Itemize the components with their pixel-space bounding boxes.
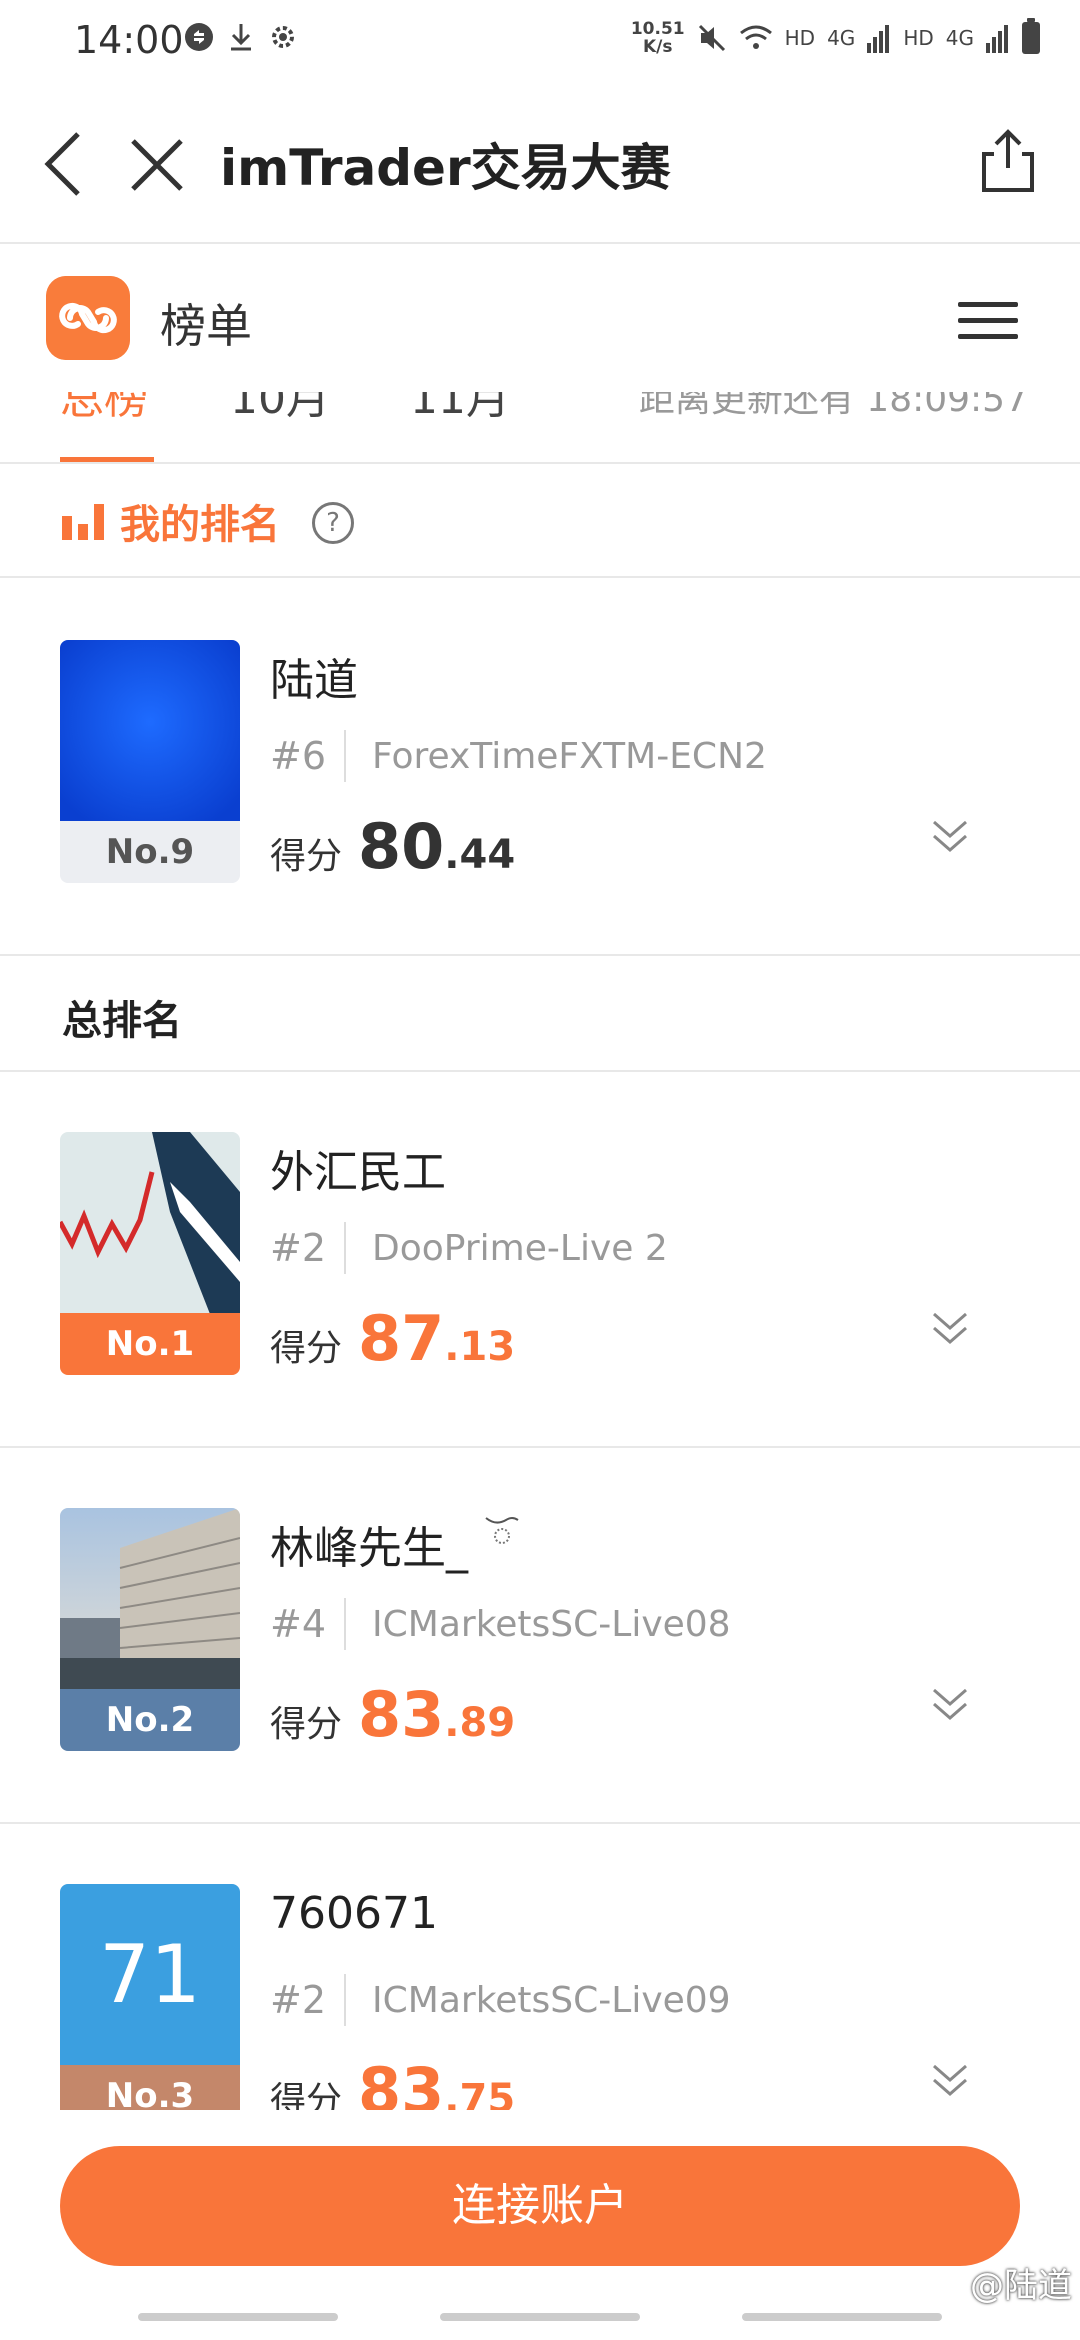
close-icon[interactable] [128,136,186,194]
trader-name: 外汇民工 [270,1147,446,1198]
signal-icon-2 [986,25,1008,53]
trader-meta: #2 ICMarketsSC-Live09 [270,1974,731,2026]
signal-icon [867,25,890,53]
score-decimal: .44 [444,832,516,878]
battery-icon [1022,18,1040,54]
ranking-card[interactable]: No.2 林峰先生_ #4 ICMarketsSC-Live08 得分 83 .… [0,1448,1080,1824]
overall-section-title: 总排名 [62,998,182,1044]
status-right-icons: 10.51 K/s HD 4G HD 4G [630,18,1040,57]
app-header-title: 榜单 [160,299,252,353]
connect-account-button[interactable]: 连接账户 [60,2146,1020,2266]
trader-name: 760671 [270,1888,438,1939]
rank-badge: No.1 [60,1313,240,1375]
avatar-image [60,640,240,822]
trader-name-text: 林峰先生_ [270,1523,468,1574]
chevron-down-icon[interactable] [930,816,970,856]
tab-november[interactable]: 11月 [410,392,510,426]
score-integer: 87 [358,1302,445,1375]
score-decimal: .89 [444,1700,516,1746]
my-rank-header: 我的排名 ? [0,464,1080,578]
page-title: imTrader交易大赛 [220,139,671,197]
wifi-icon [739,25,772,49]
chevron-down-icon[interactable] [930,2060,970,2100]
rank-badge: No.9 [60,821,240,883]
network-label: 4G [827,26,856,50]
help-icon[interactable]: ? [312,502,354,544]
score-row: 得分 83 .89 [270,1678,515,1751]
app-logo-icon [46,276,130,360]
tab-bar: 总榜 10月 11月 距离更新还有 18:09:57 [0,392,1080,464]
hd-label-2: HD [903,26,934,50]
trader-name: 陆道 [270,655,358,706]
trader-server: ForexTimeFXTM-ECN2 [372,735,767,777]
score-label: 得分 [270,836,343,877]
tab-underline [60,457,154,462]
avatar: No.9 [60,640,240,883]
trader-rank: #4 [270,1598,347,1650]
trader-name: 林峰先生_ [270,1512,522,1576]
network-label-2: 4G [945,26,974,50]
hd-label: HD [784,26,816,50]
status-left-icons [184,22,298,52]
trader-rank: #2 [270,1974,347,2026]
trader-server: ICMarketsSC-Live08 [372,1603,731,1645]
nav-bar-left[interactable] [138,2313,338,2321]
avatar-initials: 71 [60,1884,240,2066]
tab-october[interactable]: 10月 [230,392,330,426]
score-integer: 80 [358,810,445,883]
download-icon [231,24,251,51]
settings-icon [272,26,294,48]
update-countdown: 距离更新还有 18:09:57 [638,392,1028,420]
title-bar: imTrader交易大赛 [0,86,1080,244]
net-speed: 10.51 K/s [630,19,685,57]
score-label: 得分 [270,1704,343,1745]
score-label: 得分 [270,1328,343,1369]
nav-bar-right[interactable] [742,2313,942,2321]
trader-rank: #2 [270,1222,347,1274]
overall-section-header: 总排名 [0,956,1080,1072]
status-bar: 14:00 10.51 K/s HD 4G HD 4G [0,0,1080,86]
trader-meta: #6 ForexTimeFXTM-ECN2 [270,730,767,782]
tab-overall[interactable]: 总榜 [60,392,148,426]
chevron-down-icon[interactable] [930,1684,970,1724]
rank-badge: No.2 [60,1689,240,1751]
mute-icon [698,24,725,52]
avatar-image [60,1132,240,1314]
avatar: No.2 [60,1508,240,1751]
ranking-card[interactable]: No.1 外汇民工 #2 DooPrime-Live 2 得分 87 .13 [0,1072,1080,1448]
trader-server: ICMarketsSC-Live09 [372,1979,731,2021]
avatar-image [60,1508,240,1690]
trader-server: DooPrime-Live 2 [372,1227,668,1269]
sync-icon [185,23,213,51]
chevron-down-icon[interactable] [930,1308,970,1348]
trader-rank: #6 [270,730,347,782]
score-integer: 83 [358,1678,445,1751]
bar-chart-icon [62,504,104,540]
my-rank-title: 我的排名 [120,502,280,548]
score-decimal: .13 [444,1324,516,1370]
score-row: 得分 80 .44 [270,810,515,883]
nav-bar-home[interactable] [440,2313,640,2321]
avatar: 71 No.3 [60,1884,240,2127]
app-header: 榜单 [0,244,1080,392]
trader-meta: #2 DooPrime-Live 2 [270,1222,668,1274]
my-rank-card[interactable]: No.9 陆道 #6 ForexTimeFXTM-ECN2 得分 80 .44 [0,580,1080,956]
back-icon[interactable] [38,130,90,198]
decoration-icon [485,1517,519,1544]
watermark: @陆道 [970,2266,1072,2306]
share-icon[interactable] [980,128,1036,194]
score-row: 得分 87 .13 [270,1302,515,1375]
avatar: No.1 [60,1132,240,1375]
trader-meta: #4 ICMarketsSC-Live08 [270,1598,731,1650]
status-time: 14:00 [74,18,184,62]
menu-icon[interactable] [958,302,1018,342]
